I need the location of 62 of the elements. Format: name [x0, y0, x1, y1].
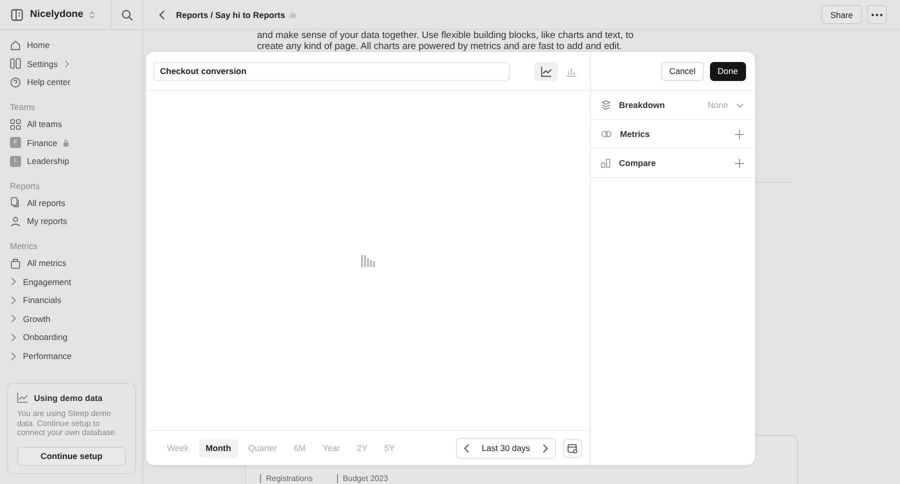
legend-item: Registrations [260, 474, 313, 483]
demo-title: Using demo data [34, 392, 102, 402]
chevron-right-icon[interactable] [542, 444, 548, 452]
section-heading: Teams [10, 101, 36, 114]
lock-icon [63, 138, 70, 147]
section-heading: Metrics [10, 240, 38, 254]
sidebar-item[interactable]: Help center [10, 73, 142, 92]
help-icon [10, 76, 21, 88]
line-chart-button[interactable] [534, 62, 558, 80]
done-button[interactable]: Done [710, 62, 746, 80]
continue-setup-button[interactable]: Continue setup [17, 446, 126, 466]
more-button[interactable] [867, 5, 887, 24]
sidebar-item[interactable]: Home [10, 36, 142, 55]
line-chart-icon [540, 66, 552, 76]
plus-icon[interactable] [735, 158, 744, 168]
setting-row[interactable]: Compare [591, 149, 755, 178]
layers-icon [601, 100, 611, 110]
setting-row[interactable]: Metrics [591, 120, 755, 149]
breadcrumb: Reports / Say hi to Reports [176, 10, 286, 20]
box-icon [10, 258, 21, 269]
grid-icon [10, 118, 21, 130]
chevron-right-icon [64, 60, 70, 68]
person-icon [10, 216, 21, 227]
chevron-down-icon[interactable] [736, 102, 744, 108]
sidebar-item[interactable]: All teams [10, 114, 142, 134]
chart-title-field[interactable]: Checkout conversion [153, 62, 510, 80]
section-heading: Reports [10, 180, 41, 194]
sidebar-item[interactable]: Financials [10, 290, 142, 310]
documents-icon [10, 197, 21, 208]
sidebar-item[interactable]: Onboarding [10, 328, 142, 347]
line-chart-icon [17, 392, 28, 403]
calendar-icon [567, 442, 578, 454]
rings-icon [601, 130, 612, 138]
range-tab[interactable]: Month [198, 438, 238, 458]
demo-text: You are using Steep demo data. Continue setup to connect your own database. [17, 409, 118, 438]
sidebar-item[interactable]: Settings [10, 54, 142, 74]
workspace-name[interactable]: Nicelydone [30, 9, 84, 20]
plus-icon[interactable] [735, 130, 744, 138]
grid-icon [10, 58, 21, 70]
more-icon [871, 12, 883, 16]
loading-bars-icon [361, 254, 375, 266]
paragraph-line: and make sense of your data together. Use flexible building blocks, like charts and text, to [257, 30, 635, 41]
sidebar-item[interactable]: All reports [10, 194, 142, 212]
calendar-button[interactable] [563, 438, 582, 458]
sidebar-item[interactable]: All metrics [10, 254, 142, 272]
legend-item: Budget 2023 [336, 474, 388, 483]
paragraph-line: create any kind of page. All charts are powered by metrics and are fast to add and edit. [257, 41, 623, 52]
bar-chart-icon [566, 66, 576, 76]
setting-row[interactable]: Breakdown None [591, 91, 755, 120]
sidebar-item[interactable]: My reports [10, 212, 142, 231]
sidebar-item[interactable]: Engagement [10, 272, 142, 291]
cancel-button[interactable]: Cancel [661, 62, 704, 80]
chevron-left-icon[interactable] [464, 444, 470, 452]
home-icon [10, 40, 21, 51]
sidebar-item[interactable]: Growth [10, 310, 142, 328]
search-icon[interactable] [121, 8, 133, 20]
bar-compare-icon [601, 158, 611, 168]
period-label[interactable]: Last 30 days [482, 443, 530, 453]
updown-icon[interactable] [89, 10, 96, 18]
share-button[interactable]: Share [821, 5, 862, 24]
sidebar-item[interactable]: Performance [10, 346, 142, 366]
back-icon[interactable] [159, 10, 166, 20]
